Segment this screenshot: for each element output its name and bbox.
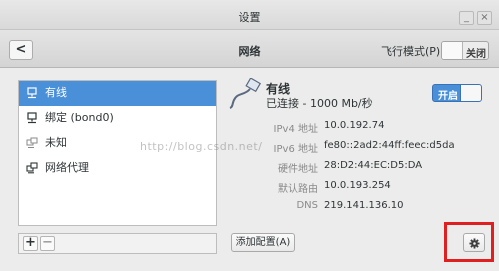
sidebar-item-label: 绑定 (bond0) xyxy=(45,111,114,124)
add-profile-button[interactable]: 添加配置(A) xyxy=(231,233,295,252)
wired-connection-switch[interactable]: 开启 xyxy=(432,84,482,102)
highlight-annotation xyxy=(444,222,494,262)
default-route-label: 默认路由 xyxy=(278,184,318,195)
window-title: 设置 xyxy=(238,11,261,24)
dns-value: 219.141.136.10 xyxy=(324,200,404,211)
hardware-address-value: 28:D2:44:EC:D5:DA xyxy=(324,160,423,171)
sidebar-toolbar: + − xyxy=(18,233,217,254)
header-bar: < 网络 飞行模式(P) 关闭 xyxy=(0,30,499,68)
wired-network-icon xyxy=(27,112,37,124)
watermark: http://blog.csdn.net/ xyxy=(140,140,263,153)
sidebar-item-bond[interactable]: 绑定 (bond0) xyxy=(19,106,216,131)
network-unknown-icon xyxy=(26,137,38,148)
switch-knob xyxy=(442,42,463,59)
ipv4-label: IPv4 地址 xyxy=(273,124,318,135)
add-connection-button[interactable]: + xyxy=(23,236,38,251)
network-proxy-icon xyxy=(26,162,38,174)
wired-network-icon xyxy=(27,87,37,99)
close-button[interactable]: × xyxy=(477,11,492,25)
default-route-value: 10.0.193.254 xyxy=(324,180,391,191)
wired-connection-icon xyxy=(229,78,262,109)
window-titlebar: 设置 _ × xyxy=(0,0,499,30)
dns-label: DNS xyxy=(296,200,318,211)
airplane-mode-label: 飞行模式(P) xyxy=(381,45,441,58)
switch-state-label: 开启 xyxy=(438,91,458,102)
hardware-address-label: 硬件地址 xyxy=(278,164,318,175)
sidebar-item-wired[interactable]: 有线 xyxy=(19,81,216,106)
connection-status: 已连接 - 1000 Mb/秒 xyxy=(266,97,373,110)
sidebar-item-proxy[interactable]: 网络代理 xyxy=(19,156,216,181)
switch-state-label: 关闭 xyxy=(466,49,486,60)
sidebar-item-label: 网络代理 xyxy=(45,161,89,174)
sidebar-item-label: 未知 xyxy=(45,136,67,149)
remove-connection-button[interactable]: − xyxy=(40,236,55,251)
minimize-button[interactable]: _ xyxy=(459,11,474,25)
sidebar-item-label: 有线 xyxy=(45,86,67,99)
switch-knob xyxy=(460,85,481,101)
connection-list: 有线 绑定 (bond0) 未知 网络代理 xyxy=(18,80,217,226)
ipv6-value: fe80::2ad2:44ff:feec:d5da xyxy=(324,140,455,151)
airplane-mode-switch[interactable]: 关闭 xyxy=(441,41,489,60)
ipv4-value: 10.0.192.74 xyxy=(324,120,385,131)
